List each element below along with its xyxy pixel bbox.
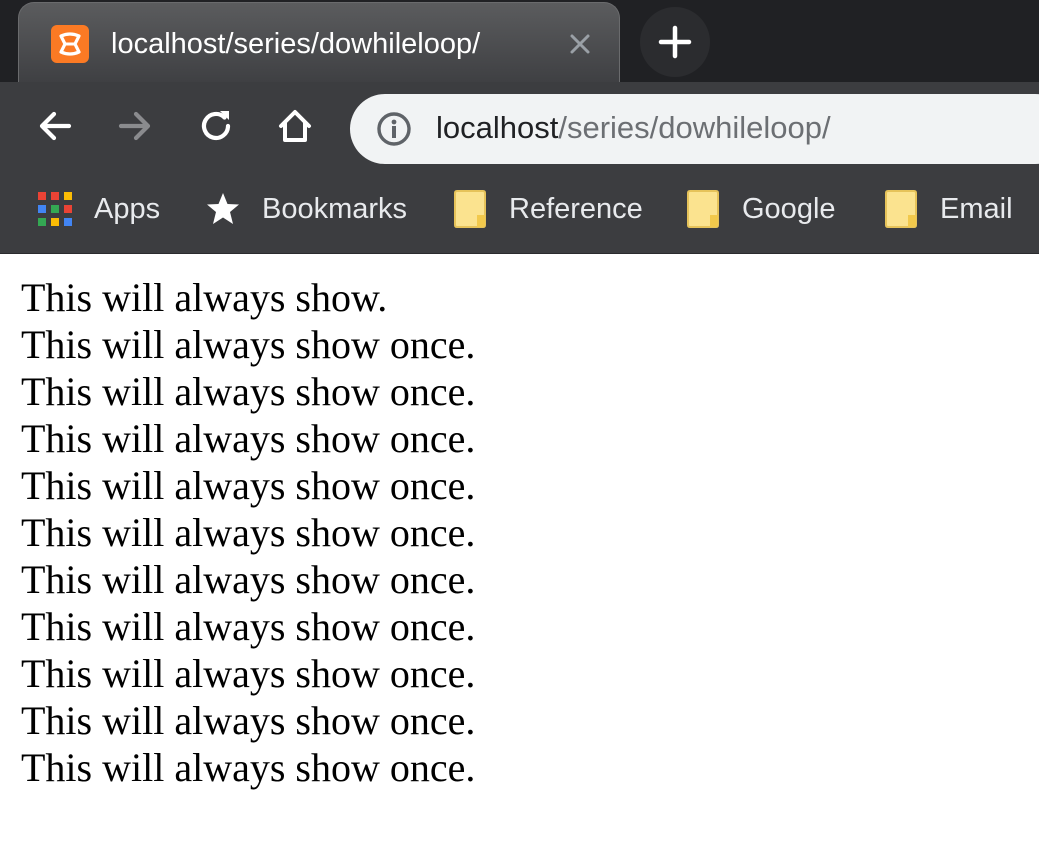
forward-button[interactable]: [113, 104, 157, 148]
output-line: This will always show once.: [21, 698, 476, 743]
browser-toolbar: localhost/series/dowhileloop/: [0, 82, 1039, 164]
output-lines: This will always show. This will always …: [21, 274, 475, 791]
bookmark-label: Google: [742, 193, 836, 225]
home-icon: [275, 106, 315, 146]
address-bar[interactable]: localhost/series/dowhileloop/: [350, 94, 1039, 164]
reload-icon: [196, 106, 236, 146]
output-line: This will always show once.: [21, 369, 476, 414]
page-content: This will always show. This will always …: [0, 254, 1039, 852]
output-line: This will always show once.: [21, 557, 476, 602]
bookmark-label: Bookmarks: [262, 193, 408, 225]
star-icon: [205, 191, 241, 227]
output-line: This will always show.: [21, 275, 388, 320]
arrow-right-icon: [115, 106, 155, 146]
url-text[interactable]: localhost/series/dowhileloop/: [436, 108, 831, 148]
arrow-left-icon: [35, 106, 75, 146]
bookmark-label: Email: [940, 193, 1013, 225]
output-line: This will always show once.: [21, 322, 476, 367]
new-tab-button[interactable]: [640, 7, 710, 77]
url-host: localhost: [436, 110, 559, 145]
back-button[interactable]: [33, 104, 77, 148]
apps-grid-icon: [37, 191, 73, 227]
xampp-icon: [51, 25, 89, 63]
bookmark-apps[interactable]: Apps: [37, 189, 160, 229]
reload-button[interactable]: [194, 104, 238, 148]
bookmark-folder-email[interactable]: Email: [884, 189, 1013, 229]
info-icon[interactable]: [376, 111, 412, 147]
output-line: This will always show once.: [21, 745, 476, 790]
bookmarks-bar: Apps Bookmarks Reference Google Email: [0, 164, 1039, 254]
plus-icon: [658, 25, 692, 59]
output-line: This will always show once.: [21, 463, 476, 508]
output-line: This will always show once.: [21, 604, 476, 649]
folder-icon: [453, 189, 487, 229]
output-line: This will always show once.: [21, 416, 476, 461]
bookmark-label: Reference: [509, 193, 643, 225]
tab-strip: localhost/series/dowhileloop/: [0, 0, 1039, 82]
output-line: This will always show once.: [21, 510, 476, 555]
url-path: /series/dowhileloop/: [558, 110, 831, 145]
bookmark-folder-reference[interactable]: Reference: [453, 189, 643, 229]
home-button[interactable]: [273, 104, 317, 148]
bookmark-bookmarks[interactable]: Bookmarks: [205, 189, 407, 229]
output-line: This will always show once.: [21, 651, 476, 696]
close-icon[interactable]: [565, 29, 595, 59]
folder-icon: [686, 189, 720, 229]
bookmark-folder-google[interactable]: Google: [686, 189, 836, 229]
folder-icon: [884, 189, 918, 229]
tab-title: localhost/series/dowhileloop/: [111, 28, 481, 60]
bookmark-label: Apps: [94, 193, 161, 225]
browser-tab-active[interactable]: localhost/series/dowhileloop/: [18, 2, 620, 82]
